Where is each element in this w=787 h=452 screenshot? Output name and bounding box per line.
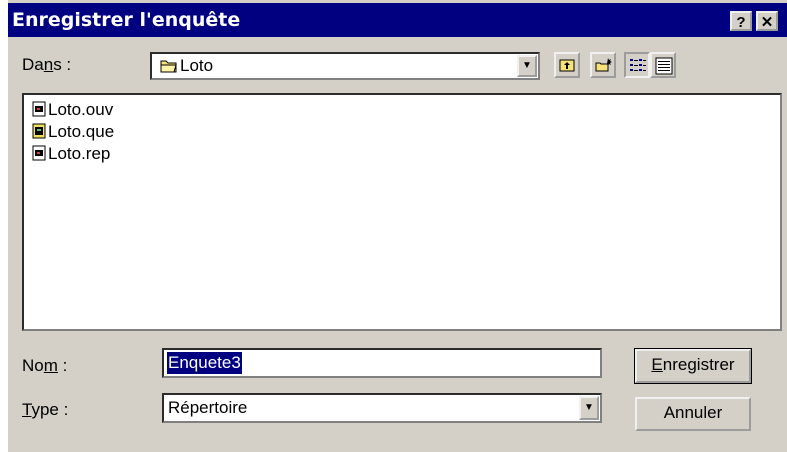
details-view-icon (655, 57, 673, 80)
list-view-button[interactable] (624, 52, 650, 78)
up-folder-button[interactable] (554, 52, 580, 78)
new-folder-icon (595, 57, 613, 78)
new-folder-button[interactable] (590, 52, 616, 78)
list-item[interactable]: Loto.que (32, 121, 114, 143)
document-icon (32, 145, 46, 161)
help-button[interactable]: ? (730, 11, 752, 31)
up-folder-icon (559, 57, 575, 78)
questionnaire-icon (32, 123, 46, 139)
save-button[interactable]: Enregistrer (634, 348, 752, 384)
chevron-down-icon: ▼ (522, 60, 532, 71)
close-button[interactable]: ✕ (756, 11, 778, 31)
close-icon: ✕ (760, 14, 774, 31)
list-item[interactable]: Loto.ouv (32, 99, 113, 121)
list-view-icon (629, 57, 647, 80)
details-view-button[interactable] (650, 52, 676, 78)
location-dropdown-button[interactable]: ▼ (517, 55, 537, 77)
list-item[interactable]: Loto.rep (32, 143, 110, 165)
location-combo[interactable]: Loto ▼ (150, 52, 540, 80)
location-value: Loto (180, 56, 214, 75)
filetype-label: Type : (22, 400, 69, 419)
location-label: Dans : (22, 55, 72, 74)
title-bar[interactable]: Enregistrer l'enquête ? ✕ (8, 3, 787, 37)
cancel-button[interactable]: Annuler (635, 397, 751, 431)
help-icon: ? (736, 14, 746, 31)
filetype-combo[interactable]: Répertoire ▼ (162, 393, 602, 423)
chevron-down-icon: ▼ (584, 402, 594, 413)
filename-value: Enquete3 (167, 352, 242, 374)
filename-field[interactable]: Enquete3 (162, 348, 602, 378)
filename-label: Nom : (22, 356, 68, 375)
file-list[interactable]: Loto.ouv Loto.que Loto.rep (22, 93, 782, 331)
document-icon (32, 101, 46, 117)
filetype-dropdown-button[interactable]: ▼ (579, 396, 599, 420)
filetype-value: Répertoire (168, 398, 248, 417)
window-title: Enregistrer l'enquête (12, 9, 241, 31)
save-dialog: Enregistrer l'enquête ? ✕ Dans : Loto ▼ (8, 0, 787, 452)
folder-icon (160, 58, 178, 79)
